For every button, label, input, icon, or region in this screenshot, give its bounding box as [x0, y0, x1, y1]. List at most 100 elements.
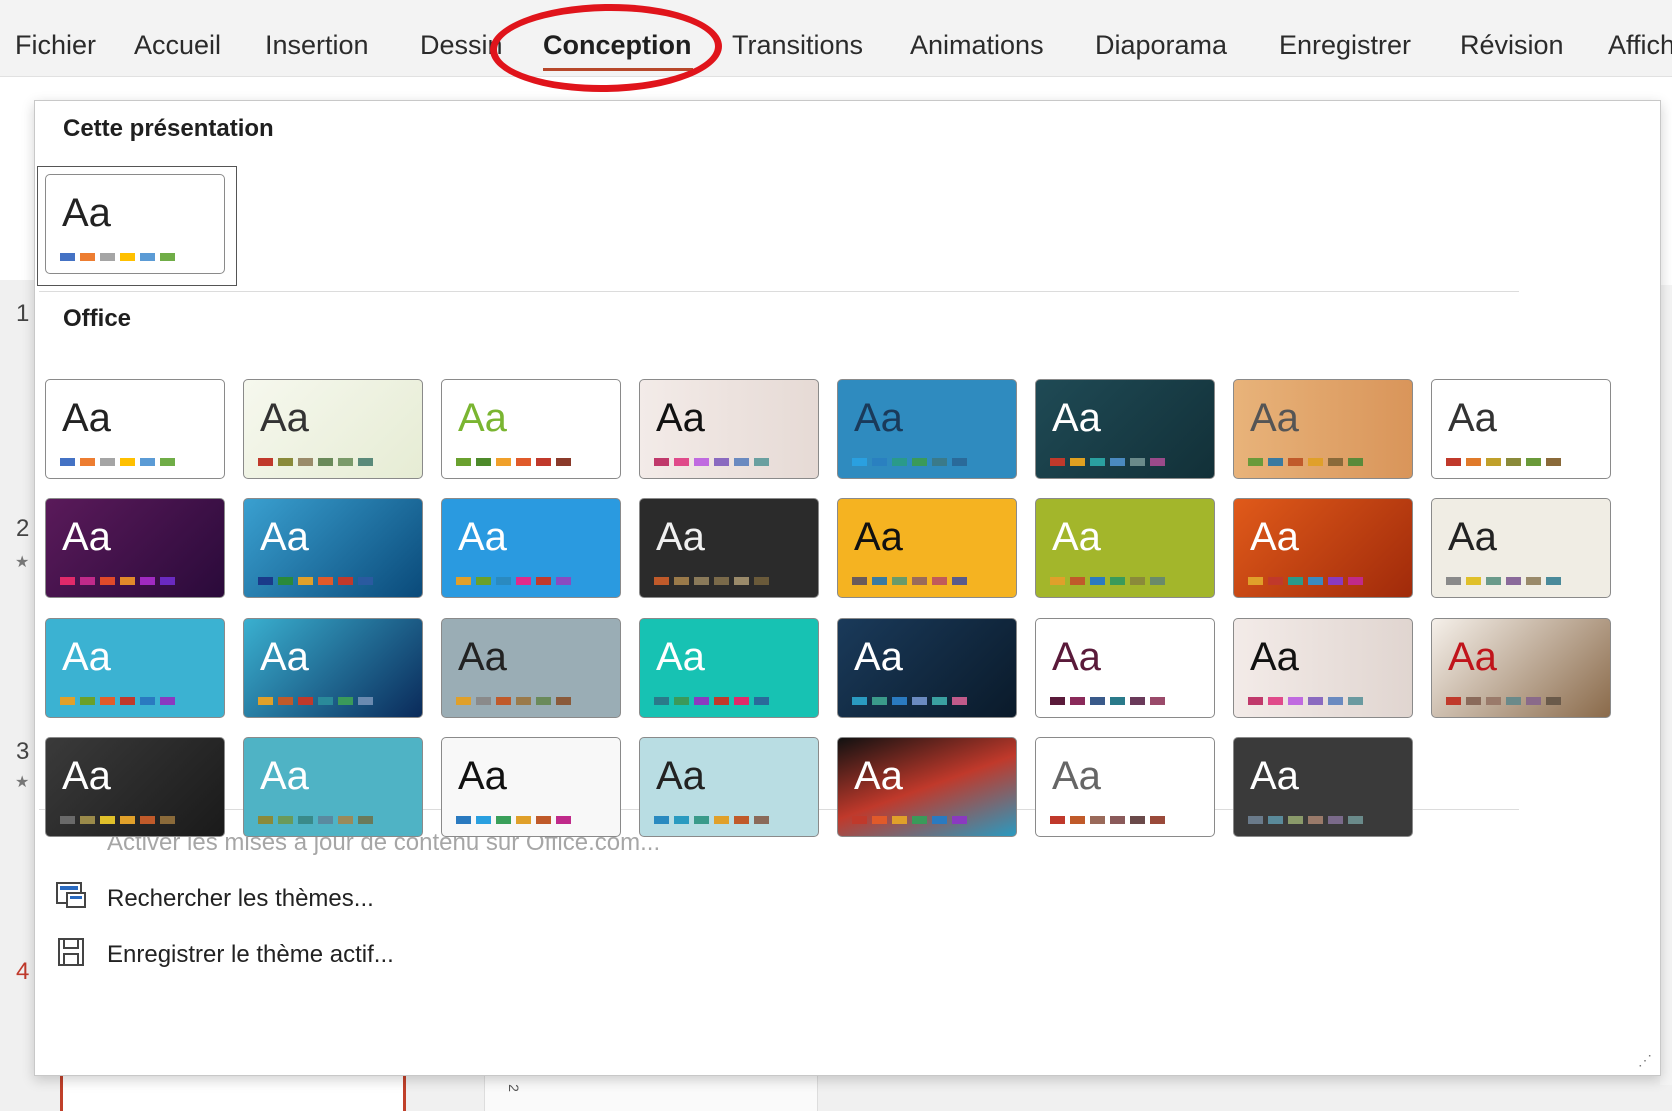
- theme-dark-slate[interactable]: Aa: [1233, 737, 1413, 837]
- theme-banded[interactable]: Aa: [1035, 737, 1215, 837]
- slide-number-1: 1: [16, 300, 30, 327]
- current-presentation-theme[interactable]: Aa: [45, 174, 225, 274]
- theme-parallax[interactable]: Aa: [243, 618, 423, 718]
- theme-preview-text: Aa: [854, 515, 903, 559]
- color-swatch: [456, 697, 471, 705]
- theme-depth[interactable]: Aa: [1035, 618, 1215, 718]
- color-swatch: [1348, 577, 1363, 585]
- color-swatch: [1328, 458, 1343, 466]
- theme-celestial[interactable]: Aa: [639, 737, 819, 837]
- color-swatch: [1150, 577, 1165, 585]
- color-swatch: [516, 816, 531, 824]
- theme-preview-text: Aa: [62, 635, 111, 679]
- theme-office-theme[interactable]: Aa: [45, 379, 225, 479]
- theme-ion[interactable]: Aa: [1233, 618, 1413, 718]
- color-swatch: [1466, 458, 1481, 466]
- slide-number-4: 4: [16, 958, 30, 985]
- theme-retrospect[interactable]: Aa: [1035, 379, 1215, 479]
- color-swatch: [516, 577, 531, 585]
- theme-preview-text: Aa: [854, 754, 903, 798]
- color-swatch: [1486, 577, 1501, 585]
- theme-preview-text: Aa: [260, 396, 309, 440]
- theme-crop[interactable]: Aa: [441, 737, 621, 837]
- resize-grip-icon[interactable]: ⋰: [1638, 1052, 1652, 1069]
- tab-animations[interactable]: Animations: [910, 28, 1044, 62]
- theme-main-event[interactable]: Aa: [1431, 498, 1611, 598]
- color-swatch: [1268, 577, 1283, 585]
- color-swatch: [160, 816, 175, 824]
- theme-integral[interactable]: Aa: [441, 379, 621, 479]
- scrollbar-track[interactable]: [1660, 285, 1672, 1085]
- color-swatch: [536, 816, 551, 824]
- theme-preview-text: Aa: [1448, 396, 1497, 440]
- theme-gallery[interactable]: Aa: [1035, 498, 1215, 598]
- theme-preview-text: Aa: [854, 635, 903, 679]
- theme-vapor[interactable]: Aa: [837, 737, 1017, 837]
- theme-berlin[interactable]: Aa: [45, 498, 225, 598]
- color-swatch: [714, 697, 729, 705]
- color-swatch: [1288, 458, 1303, 466]
- color-swatch: [1446, 458, 1461, 466]
- theme-badge[interactable]: Aa: [1431, 618, 1611, 718]
- color-swatch: [1308, 458, 1323, 466]
- color-swatch: [140, 697, 155, 705]
- theme-wisp[interactable]: Aa: [1431, 379, 1611, 479]
- color-swatch: [1308, 816, 1323, 824]
- color-swatch: [100, 816, 115, 824]
- selected-slide-thumbnail[interactable]: [60, 1070, 406, 1111]
- tab-diaporama[interactable]: Diaporama: [1095, 28, 1227, 62]
- color-swatch: [60, 816, 75, 824]
- color-swatch: [318, 577, 333, 585]
- color-swatch: [674, 458, 689, 466]
- color-swatch: [872, 697, 887, 705]
- tab-affich[interactable]: Affich: [1608, 28, 1672, 62]
- theme-dividend[interactable]: Aa: [441, 498, 621, 598]
- theme-dark-office[interactable]: Aa: [45, 737, 225, 837]
- theme-mesh[interactable]: Aa: [45, 618, 225, 718]
- color-swatch: [1328, 577, 1343, 585]
- color-swatch: [120, 577, 135, 585]
- theme-vapor-trail[interactable]: Aa: [837, 618, 1017, 718]
- theme-preview-text: Aa: [656, 635, 705, 679]
- tab-fichier[interactable]: Fichier: [15, 28, 96, 62]
- theme-organic[interactable]: Aa: [837, 379, 1017, 479]
- theme-savon[interactable]: Aa: [639, 618, 819, 718]
- theme-basis[interactable]: Aa: [243, 737, 423, 837]
- color-swatch: [1050, 577, 1065, 585]
- tab-conception[interactable]: Conception: [543, 28, 692, 62]
- color-swatch: [1486, 697, 1501, 705]
- tab-insertion[interactable]: Insertion: [265, 28, 369, 62]
- tab-revision[interactable]: Révision: [1460, 28, 1564, 62]
- tab-dessin[interactable]: Dessin: [420, 28, 503, 62]
- tab-enregistrer[interactable]: Enregistrer: [1279, 28, 1411, 62]
- theme-headlines[interactable]: Aa: [1233, 498, 1413, 598]
- color-swatch: [1130, 458, 1145, 466]
- tab-transitions[interactable]: Transitions: [732, 28, 863, 62]
- save-current-theme-menu-item[interactable]: Enregistrer le thème actif...: [107, 941, 394, 969]
- theme-preview-text: Aa: [854, 396, 903, 440]
- color-swatch: [140, 253, 155, 261]
- color-swatch: [1486, 458, 1501, 466]
- color-swatch: [1090, 577, 1105, 585]
- color-swatch: [258, 697, 273, 705]
- theme-frame[interactable]: Aa: [837, 498, 1017, 598]
- theme-slice[interactable]: Aa: [1233, 379, 1413, 479]
- color-swatch: [80, 253, 95, 261]
- divider: [39, 291, 1519, 292]
- color-swatch: [1288, 577, 1303, 585]
- theme-circuit[interactable]: Aa: [243, 498, 423, 598]
- color-swatch: [892, 816, 907, 824]
- theme-facet[interactable]: Aa: [243, 379, 423, 479]
- color-swatch: [1546, 577, 1561, 585]
- theme-quotable[interactable]: Aa: [441, 618, 621, 718]
- theme-ion-boardroom[interactable]: Aa: [639, 379, 819, 479]
- color-swatch: [872, 816, 887, 824]
- color-swatch: [358, 816, 373, 824]
- tab-accueil[interactable]: Accueil: [134, 28, 221, 62]
- theme-preview-text: Aa: [1448, 635, 1497, 679]
- theme-droplet[interactable]: Aa: [639, 498, 819, 598]
- color-swatch: [536, 577, 551, 585]
- color-swatch: [120, 697, 135, 705]
- browse-themes-menu-item[interactable]: Rechercher les thèmes...: [107, 885, 374, 913]
- color-swatch: [952, 816, 967, 824]
